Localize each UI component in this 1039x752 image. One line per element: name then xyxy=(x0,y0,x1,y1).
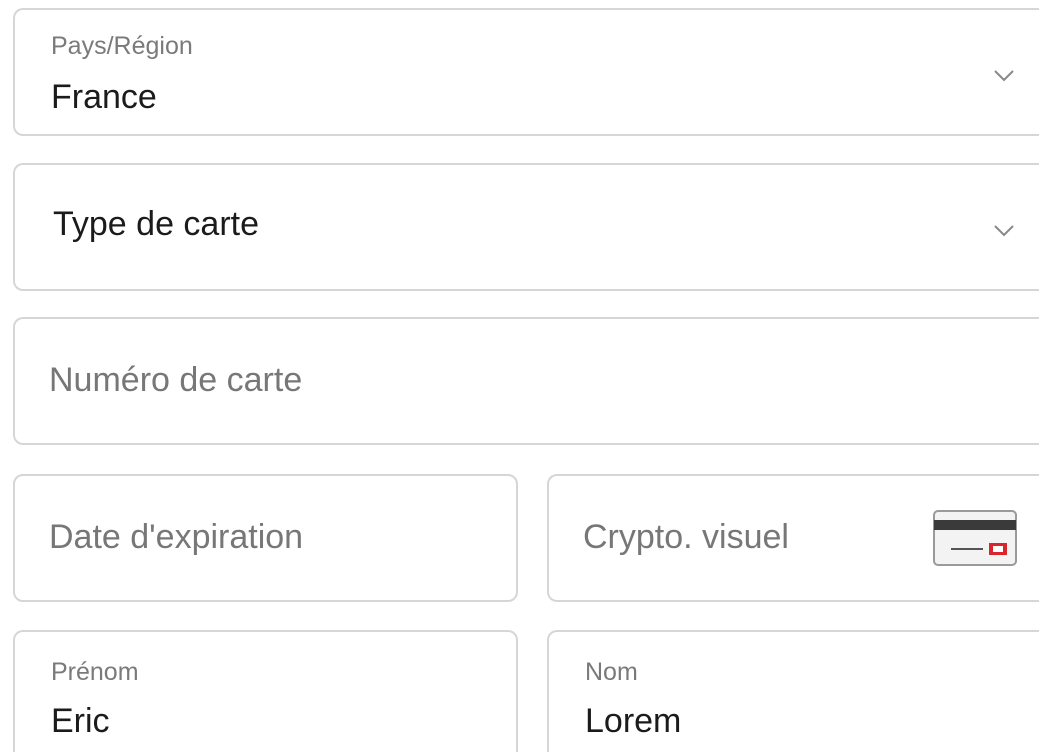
card-number-field[interactable]: Numéro de carte xyxy=(13,317,1039,445)
security-code-field[interactable]: Crypto. visuel xyxy=(547,474,1039,602)
card-number-placeholder: Numéro de carte xyxy=(49,361,303,399)
card-type-select[interactable]: Type de carte xyxy=(13,163,1039,291)
chevron-down-icon xyxy=(994,225,1014,237)
card-type-placeholder: Type de carte xyxy=(53,205,260,243)
first-name-label: Prénom xyxy=(51,658,139,686)
first-name-value: Eric xyxy=(51,702,110,740)
country-value: France xyxy=(51,78,157,116)
expiration-date-placeholder: Date d'expiration xyxy=(49,518,304,556)
expiration-date-field[interactable]: Date d'expiration xyxy=(13,474,518,602)
country-select[interactable]: Pays/Région France xyxy=(13,8,1039,136)
first-name-field[interactable]: Prénom Eric xyxy=(13,630,518,752)
country-label: Pays/Région xyxy=(51,32,193,60)
card-security-code-icon xyxy=(933,510,1017,566)
security-code-placeholder: Crypto. visuel xyxy=(583,518,789,556)
chevron-down-icon xyxy=(994,70,1014,82)
last-name-field[interactable]: Nom Lorem xyxy=(547,630,1039,752)
last-name-value: Lorem xyxy=(585,702,682,740)
last-name-label: Nom xyxy=(585,658,638,686)
